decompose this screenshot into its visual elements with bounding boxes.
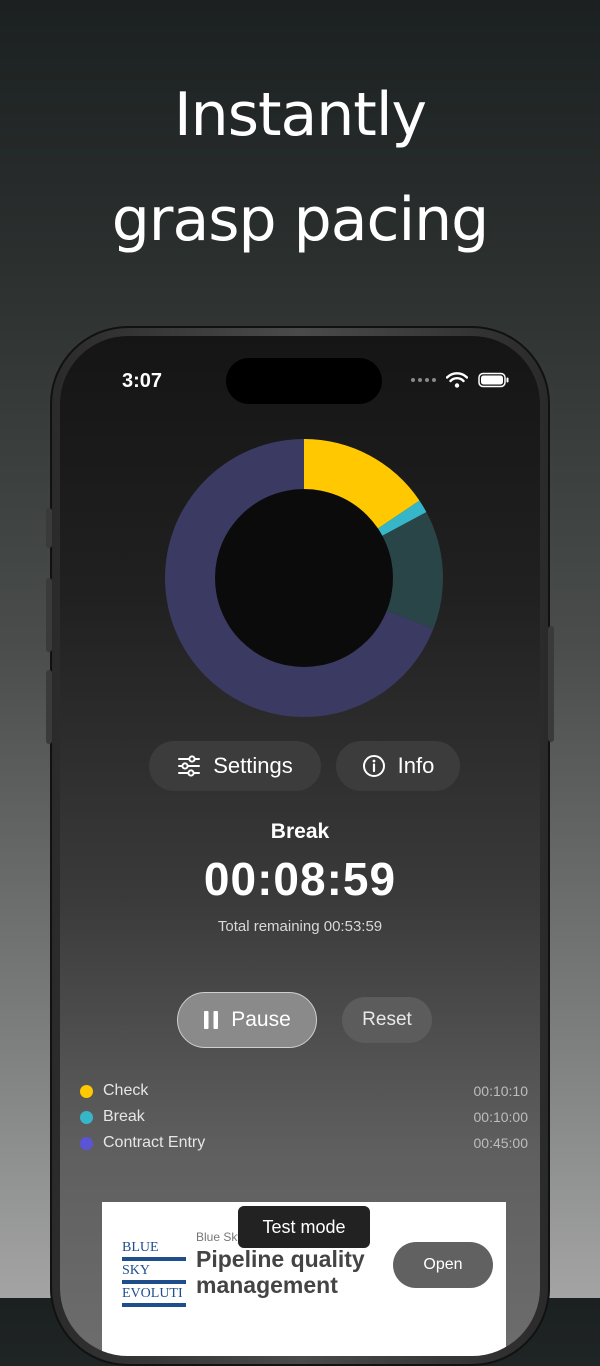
segment-legend: Check 00:10:10 Break 00:10:00 Contract E… <box>80 1078 528 1156</box>
info-icon <box>362 755 385 777</box>
total-remaining: Total remaining 00:53:59 <box>217 918 383 935</box>
phone-volume-down <box>46 670 52 744</box>
countdown-timer: 00:08:59 <box>203 853 397 905</box>
settings-label: Settings <box>213 753 293 778</box>
ad-open-button[interactable]: Open <box>393 1242 493 1288</box>
battery-icon <box>478 372 509 388</box>
ad-logo: BLUE SKY EVOLUTI <box>122 1238 186 1307</box>
phone-volume-up <box>46 578 52 652</box>
info-label: Info <box>397 753 435 778</box>
legend-time: 00:45:00 <box>473 1135 529 1151</box>
legend-item: Check 00:10:10 <box>80 1078 528 1104</box>
pacing-donut-chart <box>164 439 443 717</box>
settings-button[interactable]: Settings <box>149 741 321 791</box>
phone-screen: 3:07 Settings Info Break 00:08:59 Total … <box>60 336 540 1356</box>
phone-mute-switch <box>46 508 52 548</box>
current-phase-label: Break <box>270 820 330 843</box>
donut-hole <box>215 489 393 667</box>
pause-label: Pause <box>231 1008 291 1031</box>
pause-button[interactable]: Pause <box>177 992 317 1048</box>
phone-power-button <box>548 626 554 742</box>
legend-dot-check <box>80 1084 93 1098</box>
legend-item: Break 00:10:00 <box>80 1104 528 1130</box>
signal-dots-icon <box>411 378 436 382</box>
headline-line-2: grasp pacing <box>111 185 490 255</box>
legend-dot-break <box>80 1110 93 1124</box>
legend-dot-contract-entry <box>80 1136 93 1150</box>
info-button[interactable]: Info <box>336 741 460 791</box>
dynamic-island <box>226 358 382 404</box>
pause-icon <box>204 1011 219 1029</box>
legend-item: Contract Entry 00:45:00 <box>80 1130 528 1156</box>
ad-title: Pipeline quality management <box>196 1246 365 1298</box>
legend-label: Contract Entry <box>103 1134 206 1151</box>
status-icons <box>411 372 510 388</box>
status-time: 3:07 <box>122 370 163 392</box>
headline-line-1: Instantly <box>173 80 427 150</box>
legend-time: 00:10:10 <box>473 1083 529 1099</box>
legend-time: 00:10:00 <box>473 1109 529 1125</box>
legend-label: Break <box>103 1108 145 1125</box>
test-mode-badge: Test mode <box>238 1206 370 1248</box>
wifi-icon <box>446 372 468 388</box>
ad-brand: Blue Sky <box>196 1230 244 1244</box>
sliders-icon <box>178 755 201 777</box>
legend-label: Check <box>103 1082 149 1099</box>
reset-button[interactable]: Reset <box>342 997 432 1043</box>
